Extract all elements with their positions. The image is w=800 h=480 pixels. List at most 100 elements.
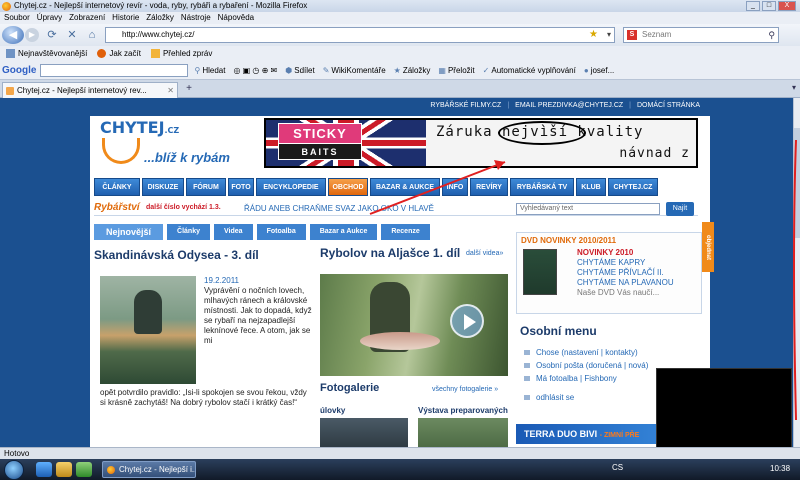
ie-icon[interactable]	[36, 462, 52, 477]
toplink-email[interactable]: EMAIL PREZDIVKA@CHYTEJ.CZ	[515, 102, 623, 109]
google-wiki-button[interactable]: ✎ WikiKomentáře	[323, 62, 386, 80]
close-tab-icon[interactable]: ✕	[167, 83, 174, 98]
gallery-thumbnail[interactable]	[418, 418, 508, 447]
sticky-baits-banner[interactable]: STICKY BAITS Záruka nejvìší kvality návn…	[264, 118, 698, 168]
menu-row-logout[interactable]: odhlásit se	[524, 391, 648, 404]
nav-chytej[interactable]: CHYTEJ.CZ	[608, 178, 658, 196]
toplink-home[interactable]: DOMÁCÍ STRÁNKA	[637, 102, 700, 109]
site-search-button[interactable]: Najít	[666, 202, 694, 216]
tab-videa[interactable]: Videa	[214, 224, 253, 240]
menu-napoveda[interactable]: Nápověda	[218, 12, 254, 24]
stop-icon[interactable]: ✕	[65, 28, 79, 42]
bookmark-news[interactable]: Přehled zpráv	[150, 46, 212, 62]
google-translate-button[interactable]: ▦ Přeložit	[438, 62, 474, 80]
tab-bazar[interactable]: Bazar a Aukce	[309, 224, 378, 240]
tab-chytej[interactable]: Chytej.cz - Nejlepší internetový rev... …	[2, 82, 178, 98]
play-icon[interactable]	[450, 304, 484, 338]
site-logo[interactable]: CHYTEJ.CZ ...blíž k rybám	[90, 116, 260, 178]
search-bar[interactable]: S Seznam ⚲	[623, 27, 779, 43]
tab-recenze[interactable]: Recenze	[381, 224, 430, 240]
reload-icon[interactable]: ⟳	[45, 28, 59, 42]
taskbar-firefox-task[interactable]: Chytej.cz - Nejlepší i...	[102, 461, 196, 478]
news-ticker[interactable]: ŘÁDU ANEB CHRAŇME SVAZ JAKO OKO V HLAVĚ	[244, 204, 434, 213]
nav-foto[interactable]: FOTO	[228, 178, 254, 196]
site-search-input[interactable]: Vyhledávaný text	[516, 203, 660, 215]
nav-clanky[interactable]: ČLÁNKY	[94, 178, 140, 196]
dvd-item[interactable]: CHYTÁME NA PLAVANOU	[577, 278, 674, 288]
personal-menu-heading: Osobní menu	[520, 324, 597, 338]
article-title[interactable]: Skandinávská Odysea - 3. díl	[94, 248, 314, 262]
seznam-logo-icon[interactable]: S	[627, 30, 637, 40]
google-bookmarks-button[interactable]: ★ Záložky	[394, 62, 431, 80]
dvd-item[interactable]: CHYTÁME PŘÍVLAČÍ II.	[577, 268, 674, 278]
dvd-heading[interactable]: DVD NOVINKY 2010/2011	[521, 236, 616, 245]
site-topstrip: RYBÁŘSKÉ FILMY.CZ | EMAIL PREZDIVKA@CHYT…	[90, 98, 710, 116]
order-side-tab[interactable]: objednat	[702, 222, 714, 272]
dvd-item[interactable]: NOVINKY 2010	[577, 248, 674, 258]
google-tools-icons[interactable]: ◎ ▣ ◷ ⊕ ✉	[233, 62, 277, 80]
url-dropdown-icon[interactable]: ▾	[607, 28, 611, 42]
tab-nejnovejsi[interactable]: Nejnovější	[94, 224, 164, 240]
new-tab-button[interactable]: +	[182, 83, 196, 96]
back-button[interactable]: ◀	[2, 26, 24, 44]
nav-encyklopedie[interactable]: ENCYKLOPEDIE	[256, 178, 326, 196]
clock[interactable]: 10:38	[770, 464, 790, 473]
rybarstvi-logo[interactable]: Rybářství	[94, 202, 140, 213]
menu-zalozky[interactable]: Záložky	[146, 12, 174, 24]
vertical-scrollbar[interactable]	[793, 98, 800, 447]
google-logo[interactable]: Google	[2, 62, 36, 80]
nav-diskuze[interactable]: DISKUZE	[142, 178, 184, 196]
nav-tv[interactable]: RYBÁŘSKÁ TV	[510, 178, 574, 196]
nav-bazar[interactable]: BAZAR & AUKCE	[370, 178, 440, 196]
bookmark-star-icon[interactable]: ★	[589, 28, 598, 42]
search-icon[interactable]: ⚲	[768, 28, 775, 42]
logo-tagline: ...blíž k rybám	[144, 150, 230, 165]
menu-soubor[interactable]: Soubor	[4, 12, 30, 24]
google-search-button[interactable]: ⚲ Hledat	[194, 62, 225, 80]
nav-klub[interactable]: KLUB	[576, 178, 606, 196]
menu-upravy[interactable]: Úpravy	[37, 12, 62, 24]
gallery-item-label[interactable]: Výstava preparovaných	[418, 406, 508, 415]
google-account-button[interactable]: ● josef...	[584, 62, 614, 80]
gallery-title[interactable]: Fotogalerie	[320, 382, 379, 394]
gallery-thumbnail[interactable]	[320, 418, 408, 447]
menu-row-albums[interactable]: Má fotoalba | Fishbony	[524, 372, 648, 385]
dvd-cover[interactable]	[523, 249, 557, 295]
minimize-button[interactable]: _	[746, 1, 760, 11]
tab-fotoalba[interactable]: Fotoalba	[256, 224, 306, 240]
dvd-item[interactable]: CHYTÁME KAPRY	[577, 258, 674, 268]
maximize-button[interactable]: □	[762, 1, 776, 11]
menu-zobrazeni[interactable]: Zobrazení	[69, 12, 105, 24]
scrollbar-thumb[interactable]	[794, 128, 800, 238]
nav-obchod[interactable]: OBCHOD	[328, 178, 368, 196]
close-button[interactable]: X	[778, 1, 796, 11]
toplink-filmy[interactable]: RYBÁŘSKÉ FILMY.CZ	[430, 102, 501, 109]
explorer-icon[interactable]	[56, 462, 72, 477]
tab-clanky[interactable]: Články	[167, 224, 210, 240]
forward-button[interactable]: ▶	[25, 28, 39, 42]
google-search-input[interactable]	[40, 64, 189, 77]
nav-reviry[interactable]: REVÍRY	[470, 178, 508, 196]
language-indicator[interactable]: CS	[612, 463, 623, 472]
bookmark-most-visited[interactable]: Nejnavštěvovanější	[6, 46, 87, 62]
gallery-item-label[interactable]: úlovky	[320, 406, 345, 415]
media-icon[interactable]	[76, 462, 92, 477]
menu-nastroje[interactable]: Nástroje	[181, 12, 211, 24]
firefox-icon	[2, 2, 11, 11]
url-bar[interactable]: http://www.chytej.cz/ ★ ▾	[105, 27, 615, 43]
home-icon[interactable]: ⌂	[85, 28, 99, 42]
menu-historie[interactable]: Historie	[112, 12, 139, 24]
article-photo[interactable]	[100, 276, 196, 384]
nav-forum[interactable]: FÓRUM	[186, 178, 226, 196]
bookmark-getting-started[interactable]: Jak začít	[97, 46, 141, 62]
google-share-button[interactable]: ⬢ Sdílet	[285, 62, 314, 80]
start-button[interactable]	[4, 460, 24, 480]
video-player[interactable]	[320, 274, 508, 376]
google-autofill-button[interactable]: ✓ Automatické vyplňování	[483, 62, 576, 80]
nav-info[interactable]: INFO	[442, 178, 468, 196]
tab-list-icon[interactable]: ▾	[792, 83, 796, 92]
menu-row-profile[interactable]: Chose (nastavení | kontakty)	[524, 346, 648, 359]
more-videos-link[interactable]: další videa»	[466, 250, 503, 257]
all-galleries-link[interactable]: všechny fotogalerie »	[432, 386, 498, 393]
menu-row-mail[interactable]: Osobní pošta (doručená | nová)	[524, 359, 648, 372]
